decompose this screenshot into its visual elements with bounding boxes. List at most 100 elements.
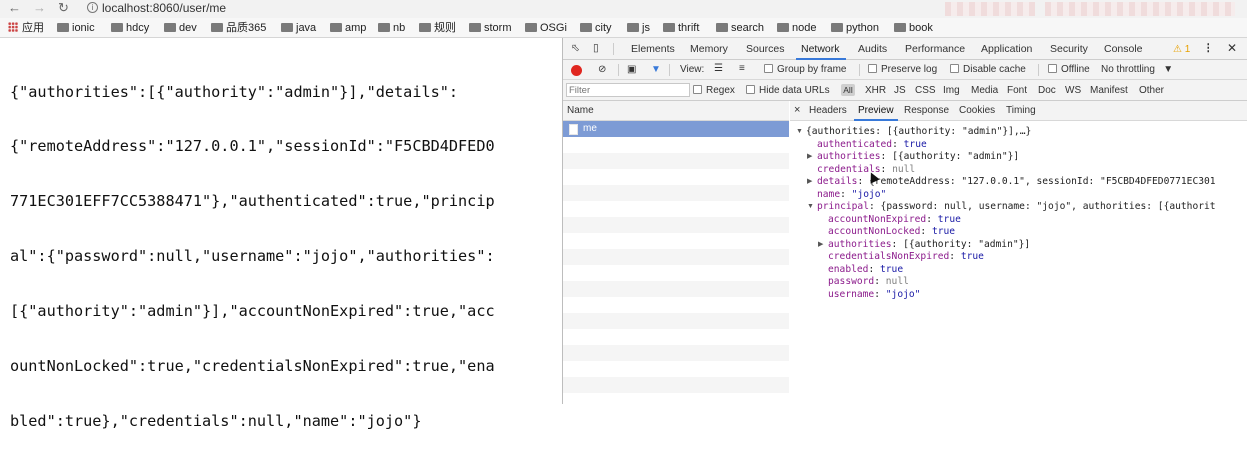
preview-authorities[interactable]: authorities: [{authority: "admin"}] <box>817 151 1019 164</box>
name-column-header[interactable]: Name <box>563 101 789 121</box>
bookmark-python[interactable]: python <box>831 21 879 35</box>
tab-preview[interactable]: Preview <box>858 105 894 117</box>
bookmark-rules[interactable]: 规则 <box>419 21 456 35</box>
filter-input[interactable] <box>566 83 690 97</box>
bookmark-ionic[interactable]: ionic <box>57 21 95 35</box>
json-line: al":{"password":null,"username":"jojo","… <box>10 247 495 266</box>
expanded-triangle-icon[interactable]: ▼ <box>796 126 803 139</box>
request-row-me[interactable]: me <box>563 121 789 137</box>
filter-type-css[interactable]: CSS <box>915 85 936 97</box>
filter-type-font[interactable]: Font <box>1007 85 1027 97</box>
bookmark-java[interactable]: java <box>281 21 316 35</box>
filter-type-doc[interactable]: Doc <box>1038 85 1056 97</box>
throttling-select[interactable]: No throttling ▼ <box>1101 64 1173 76</box>
more-options-icon[interactable]: ⋮ <box>1203 41 1214 55</box>
preserve-log-checkbox[interactable]: Preserve log <box>868 64 937 76</box>
json-response-body: {"authorities":[{"authority":"admin"}],"… <box>10 46 555 449</box>
json-line: ountNonLocked":true,"credentialsNonExpir… <box>10 357 495 376</box>
preview-authenticated: authenticated: true <box>817 138 927 150</box>
tab-network[interactable]: Network <box>801 42 840 56</box>
inspect-element-icon[interactable]: ⬁ <box>571 41 580 55</box>
tab-headers[interactable]: Headers <box>809 105 847 117</box>
bookmark-thrift[interactable]: thrift <box>663 21 699 35</box>
info-icon[interactable]: i <box>87 2 98 13</box>
close-icon[interactable]: ✕ <box>1227 41 1237 55</box>
filter-type-manifest[interactable]: Manifest <box>1090 85 1128 97</box>
collapsed-triangle-icon[interactable]: ▶ <box>818 239 823 252</box>
checkbox[interactable] <box>868 64 877 73</box>
folder-icon <box>831 23 843 32</box>
warning-badge[interactable]: ⚠ 1 <box>1173 44 1190 56</box>
filter-type-img[interactable]: Img <box>943 85 960 97</box>
folder-icon <box>525 23 537 32</box>
tab-timing[interactable]: Timing <box>1006 105 1036 117</box>
bookmark-amp[interactable]: amp <box>330 21 366 35</box>
bookmark-osgi[interactable]: OSGi <box>525 21 567 35</box>
folder-icon <box>281 23 293 32</box>
clear-icon[interactable]: ⊘ <box>598 64 606 76</box>
close-detail-icon[interactable]: × <box>794 104 800 116</box>
network-toolbar: ⊘ ▣ ▼ View: ☰ ≡ Group by frame Preserve … <box>563 60 1247 80</box>
disable-cache-checkbox[interactable]: Disable cache <box>950 64 1026 76</box>
tab-sources[interactable]: Sources <box>746 42 785 56</box>
bookmark-search[interactable]: search <box>716 21 764 35</box>
bookmark-dev[interactable]: dev <box>164 21 197 35</box>
bookmark-hdcy[interactable]: hdcy <box>111 21 149 35</box>
checkbox[interactable] <box>950 64 959 73</box>
filter-type-js[interactable]: JS <box>894 85 906 97</box>
checkbox[interactable] <box>693 85 702 94</box>
tab-console[interactable]: Console <box>1104 42 1143 56</box>
filter-type-other[interactable]: Other <box>1139 85 1164 97</box>
folder-icon <box>627 23 639 32</box>
filter-icon[interactable]: ▼ <box>651 64 661 76</box>
offline-checkbox[interactable]: Offline <box>1048 64 1090 76</box>
collapsed-triangle-icon[interactable]: ▶ <box>807 176 812 189</box>
checkbox[interactable] <box>764 64 773 73</box>
address-bar[interactable]: localhost:8060/user/me <box>102 1 226 15</box>
screenshot-icon[interactable]: ▣ <box>627 64 636 76</box>
bookmark-js[interactable]: js <box>627 21 650 35</box>
checkbox[interactable] <box>746 85 755 94</box>
preview-principal[interactable]: principal: {password: null, username: "j… <box>817 201 1216 214</box>
back-arrow-icon[interactable]: ← <box>8 0 21 16</box>
large-rows-icon[interactable]: ☰ <box>714 63 723 75</box>
tab-cookies[interactable]: Cookies <box>959 105 995 117</box>
filter-type-all[interactable]: All <box>841 84 855 96</box>
bookmark-node[interactable]: node <box>777 21 816 35</box>
preview-root[interactable]: {authorities: [{authority: "admin"}],…} <box>806 126 1031 139</box>
group-by-frame-checkbox[interactable]: Group by frame <box>764 64 846 76</box>
waterfall-icon[interactable]: ≡ <box>739 63 745 75</box>
tab-audits[interactable]: Audits <box>858 42 887 56</box>
checkbox[interactable] <box>1048 64 1057 73</box>
tab-application[interactable]: Application <box>981 42 1032 56</box>
tab-performance[interactable]: Performance <box>905 42 965 56</box>
tab-memory[interactable]: Memory <box>690 42 728 56</box>
warning-count: 1 <box>1184 44 1191 55</box>
tab-response[interactable]: Response <box>904 105 949 117</box>
record-icon[interactable] <box>571 65 582 76</box>
divider <box>669 64 670 76</box>
filter-type-xhr[interactable]: XHR <box>865 85 886 97</box>
collapsed-triangle-icon[interactable]: ▶ <box>807 151 812 164</box>
bookmark-quality365[interactable]: 品质365 <box>211 21 266 35</box>
bookmark-nb[interactable]: nb <box>378 21 405 35</box>
tab-elements[interactable]: Elements <box>631 42 675 56</box>
device-toolbar-icon[interactable]: ▯ <box>593 41 599 55</box>
preview-principal-credentialsnonexpired: credentialsNonExpired: true <box>828 251 984 262</box>
folder-icon <box>894 23 906 32</box>
expanded-triangle-icon[interactable]: ▼ <box>807 201 814 214</box>
preview-principal-authorities[interactable]: authorities: [{authority: "admin"}] <box>828 239 1030 252</box>
tab-security[interactable]: Security <box>1050 42 1088 56</box>
request-list: Name me <box>563 101 789 404</box>
reload-icon[interactable]: ↻ <box>58 0 69 16</box>
bookmark-city[interactable]: city <box>580 21 612 35</box>
hide-data-urls-checkbox[interactable]: Hide data URLs <box>746 85 830 97</box>
forward-arrow-icon[interactable]: → <box>33 0 46 16</box>
preview-principal-accountnonlocked: accountNonLocked: true <box>828 226 956 237</box>
bookmark-book[interactable]: book <box>894 21 933 35</box>
bookmark-apps[interactable]: 应用 <box>8 21 44 35</box>
bookmark-storm[interactable]: storm <box>469 21 512 35</box>
regex-checkbox[interactable]: Regex <box>693 85 735 97</box>
filter-type-media[interactable]: Media <box>971 85 998 97</box>
filter-type-ws[interactable]: WS <box>1065 85 1081 97</box>
